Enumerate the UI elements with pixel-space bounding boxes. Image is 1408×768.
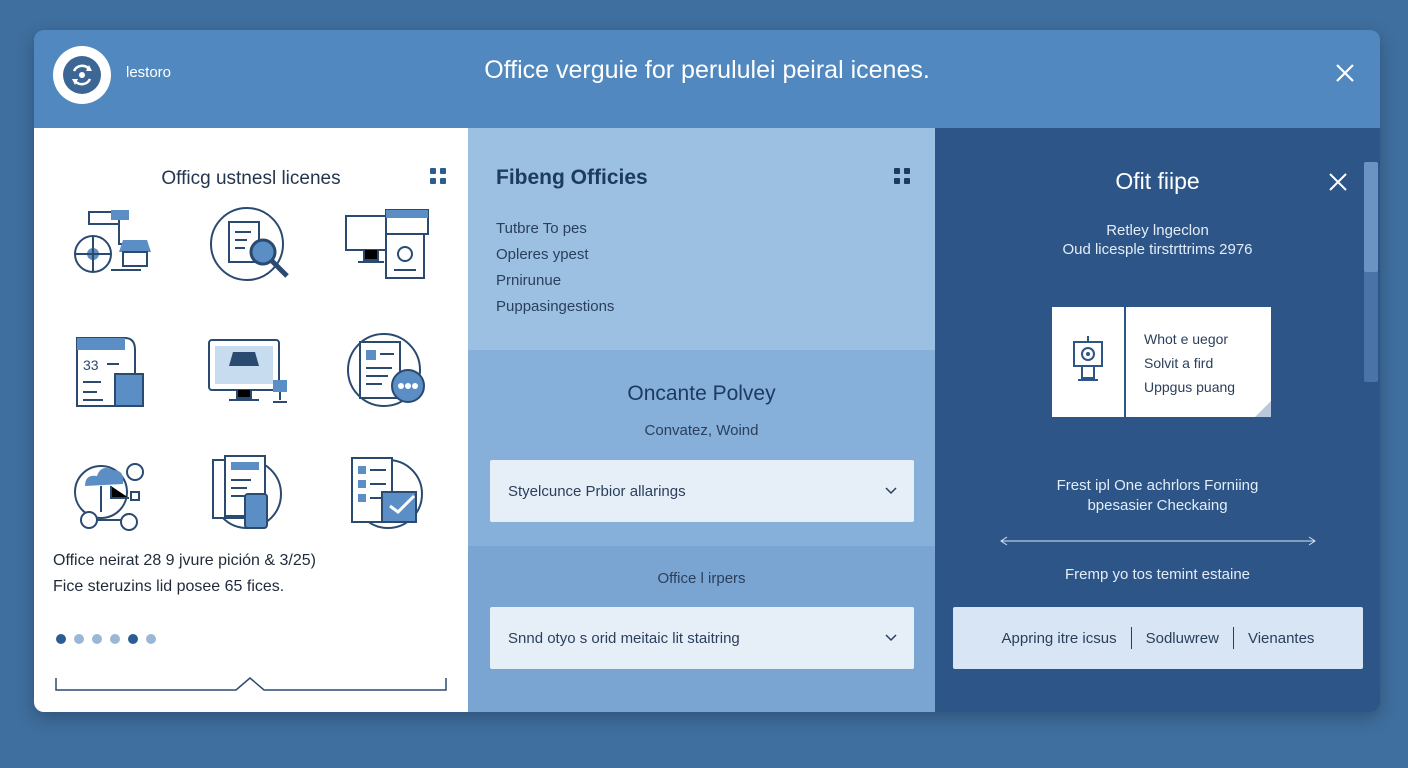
desktop-computer-icon[interactable] (207, 328, 297, 418)
helpers-select-value: Snnd otyo s orid meitaic lit staitring (508, 629, 740, 647)
segment-option[interactable]: Sodluwrew (1132, 630, 1233, 647)
policy-subtitle: Convatez, Woind (644, 422, 759, 439)
chevron-down-icon (885, 487, 897, 495)
offices-list-section: Fibeng Officies Tutbre To pes Opleres yp… (468, 128, 935, 350)
licenses-summary-line1: Office neirat 28 9 jvure pición & 3/25) (53, 552, 316, 569)
offices-heading: Fibeng Officies (496, 166, 648, 189)
pagination-dot[interactable] (128, 634, 138, 644)
segmented-control: Appring itre icsus Sodluwrew Vienantes (953, 607, 1363, 669)
calendar-document-icon[interactable]: 33 (71, 328, 161, 418)
licenses-panel: Officg ustnesl licenes 33 Office neirat … (34, 128, 468, 712)
helpers-section: Office l irpers Snnd otyo s orid meitaic… (468, 546, 935, 712)
pagination-dot[interactable] (92, 634, 102, 644)
grid-menu-icon[interactable] (894, 168, 910, 184)
segment-option[interactable]: Vienantes (1234, 630, 1328, 647)
window-close-button[interactable] (1330, 58, 1360, 88)
list-item[interactable]: Opleres ypest (496, 242, 614, 268)
document-certificate-icon[interactable] (342, 452, 432, 542)
pagination-dot[interactable] (56, 634, 66, 644)
network-devices-icon[interactable] (71, 204, 161, 294)
close-icon[interactable] (1326, 170, 1350, 194)
policy-select-value: Styelcunce Prbior allarings (508, 482, 686, 500)
details-panel: Ofit fiipe Retley lngeclon Oud licesple … (935, 128, 1380, 712)
details-description-line2: bpesasier Checkaing (1087, 497, 1228, 514)
licenses-panel-title: Officg ustnesl licenes (161, 168, 341, 189)
info-card[interactable]: Whot e uegor Solvit a fird Uppgus puang (1052, 307, 1271, 417)
pagination-dot[interactable] (146, 634, 156, 644)
card-line: Solvit a fird (1144, 355, 1214, 371)
app-name: lestoro (126, 64, 172, 81)
card-line: Whot e uegor (1144, 331, 1229, 347)
details-subtitle-line1: Retley lngeclon (1106, 222, 1209, 239)
document-options-icon[interactable] (342, 328, 432, 418)
slider-track[interactable] (54, 676, 448, 696)
details-subtitle-line2: Oud licesple tirstrttrims 2976 (1062, 241, 1253, 258)
details-title: Ofit fiipe (1115, 168, 1200, 194)
easel-target-icon (1073, 336, 1103, 381)
cycle-arrows-icon (63, 56, 101, 94)
cloud-network-icon[interactable] (71, 452, 161, 542)
policy-title: Oncante Polvey (627, 382, 776, 405)
app-window: lestoro Office verguie for perululei pei… (34, 30, 1380, 712)
page-curl (1255, 401, 1271, 417)
svg-text:33: 33 (83, 357, 99, 373)
double-arrow-divider (1000, 536, 1316, 546)
pagination-dot[interactable] (74, 634, 84, 644)
pagination-dots[interactable] (56, 634, 156, 644)
licenses-summary-line2: Fice steruzins lid posee 65 fices. (53, 578, 285, 595)
helpers-label: Office l irpers (657, 570, 746, 587)
monitor-settings-icon[interactable] (342, 204, 432, 294)
chevron-down-icon (885, 634, 897, 642)
helpers-select[interactable]: Snnd otyo s orid meitaic lit staitring (490, 607, 914, 669)
document-search-icon[interactable] (207, 204, 297, 294)
window-title: Office verguie for perululei peiral icen… (484, 56, 930, 84)
policy-section: Oncante Polvey Convatez, Woind Styelcunc… (468, 350, 935, 546)
list-item[interactable]: Prnirunue (496, 268, 614, 294)
card-text: Whot e uegor Solvit a fird Uppgus puang (1144, 327, 1235, 399)
documents-mobile-icon[interactable] (207, 452, 297, 542)
pagination-dot[interactable] (110, 634, 120, 644)
segment-option[interactable]: Appring itre icsus (988, 630, 1131, 647)
details-description-line1: Frest ipl One achrlors Forniing (1056, 477, 1259, 494)
app-logo (53, 46, 111, 104)
title-bar: lestoro Office verguie for perululei pei… (34, 30, 1380, 128)
offices-list: Tutbre To pes Opleres ypest Prnirunue Pu… (496, 216, 614, 320)
list-item[interactable]: Puppasingestions (496, 294, 614, 320)
grid-menu-icon[interactable] (430, 168, 446, 184)
details-footer-text: Fremp yo tos temint estaine (1064, 566, 1251, 583)
offices-panel: Fibeng Officies Tutbre To pes Opleres yp… (468, 128, 935, 712)
list-item[interactable]: Tutbre To pes (496, 216, 614, 242)
policy-select[interactable]: Styelcunce Prbior allarings (490, 460, 914, 522)
close-icon (1336, 64, 1354, 82)
card-line: Uppgus puang (1144, 379, 1236, 395)
card-icon-box (1052, 307, 1126, 417)
